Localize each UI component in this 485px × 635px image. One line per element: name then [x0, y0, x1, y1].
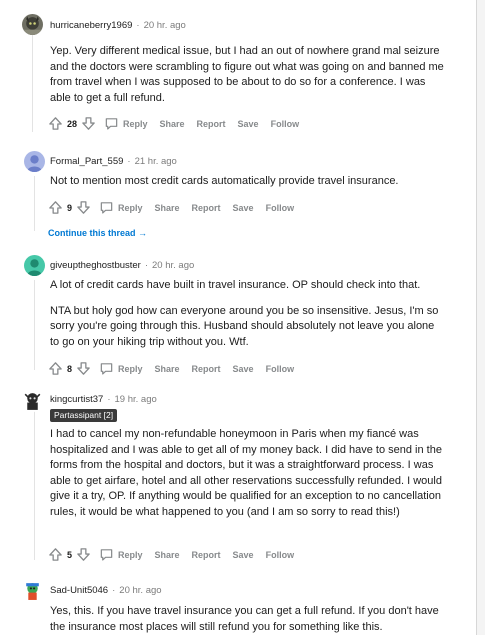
downvote-icon[interactable] — [76, 200, 91, 215]
username[interactable]: kingcurtist37 — [50, 394, 103, 405]
timestamp[interactable]: 19 hr. ago — [115, 394, 157, 405]
separator-dot: · — [107, 394, 111, 405]
report-button[interactable]: Report — [192, 203, 221, 213]
comment-paragraph: Not to mention most credit cards automat… — [50, 175, 399, 187]
timestamp[interactable]: 20 hr. ago — [144, 20, 186, 31]
comment-actions: 9 Reply Share Report Save Follow — [48, 200, 294, 215]
scrollbar[interactable] — [477, 0, 485, 635]
comment-actions: 5 Reply Share Report Save Follow — [48, 547, 294, 562]
reply-label: Reply — [118, 549, 143, 560]
reply-label: Reply — [118, 363, 143, 374]
comment-body: Yes, this. If you have travel insurance … — [50, 604, 445, 635]
reply-icon — [99, 200, 114, 215]
separator-dot: · — [144, 260, 149, 271]
comment-header: hurricaneberry1969 · 20 hr. ago — [50, 20, 186, 31]
timestamp[interactable]: 20 hr. ago — [152, 260, 194, 271]
user-flair: Partassipant [2] — [50, 409, 118, 422]
vote-count: 9 — [67, 202, 73, 213]
vote-count: 5 — [67, 549, 73, 560]
upvote-icon[interactable] — [48, 361, 63, 376]
avatar[interactable] — [22, 14, 43, 35]
follow-button[interactable]: Follow — [266, 203, 295, 213]
comment-header: kingcurtist37 · 19 hr. ago — [50, 394, 157, 405]
reply-label: Reply — [123, 118, 148, 129]
upvote-icon[interactable] — [48, 116, 63, 131]
username[interactable]: hurricaneberry1969 — [50, 20, 132, 31]
comment-paragraph: I had to cancel my non-refundable honeym… — [50, 428, 442, 518]
upvote-icon[interactable] — [48, 200, 63, 215]
comment-body: A lot of credit cards have built in trav… — [50, 278, 445, 360]
thread-line[interactable] — [34, 280, 35, 370]
downvote-icon[interactable] — [76, 361, 91, 376]
thread-line[interactable] — [34, 410, 35, 560]
username[interactable]: Sad-Unit5046 — [50, 585, 108, 596]
avatar[interactable] — [22, 580, 43, 601]
comment-body: I had to cancel my non-refundable honeym… — [50, 427, 445, 530]
share-button[interactable]: Share — [155, 364, 180, 374]
comment-paragraph: A lot of credit cards have built in trav… — [50, 279, 421, 291]
thread-line[interactable] — [32, 32, 33, 132]
follow-button[interactable]: Follow — [266, 550, 295, 560]
avatar[interactable] — [24, 255, 45, 276]
username[interactable]: Formal_Part_559 — [50, 156, 123, 167]
upvote-icon[interactable] — [48, 547, 63, 562]
thread-line[interactable] — [34, 176, 35, 231]
reply-icon — [104, 116, 119, 131]
save-button[interactable]: Save — [233, 550, 254, 560]
comment-paragraph: Yep. Very different medical issue, but I… — [50, 45, 444, 104]
reply-button[interactable]: Reply — [99, 547, 143, 562]
timestamp[interactable]: 21 hr. ago — [135, 156, 177, 167]
comment-header: giveuptheghostbuster · 20 hr. ago — [50, 260, 194, 271]
comment-header: Sad-Unit5046 · 20 hr. ago — [50, 585, 162, 596]
avatar[interactable] — [24, 151, 45, 172]
comment-header: Formal_Part_559 · 21 hr. ago — [50, 156, 177, 167]
save-button[interactable]: Save — [233, 364, 254, 374]
username[interactable]: giveuptheghostbuster — [50, 260, 141, 271]
reply-label: Reply — [118, 202, 143, 213]
comment-thread: hurricaneberry1969 · 20 hr. ago Yep. Ver… — [0, 0, 477, 635]
separator-dot: · — [136, 20, 140, 31]
reply-button[interactable]: Reply — [99, 361, 143, 376]
share-button[interactable]: Share — [155, 203, 180, 213]
comment-actions: 8 Reply Share Report Save Follow — [48, 361, 294, 376]
continue-thread-link[interactable]: Continue this thread → — [48, 228, 147, 238]
comment-paragraph: NTA but holy god how can everyone around… — [50, 304, 439, 348]
share-button[interactable]: Share — [160, 119, 185, 129]
comment-paragraph: Yes, this. If you have travel insurance … — [50, 605, 439, 633]
save-button[interactable]: Save — [233, 203, 254, 213]
follow-button[interactable]: Follow — [266, 364, 295, 374]
follow-button[interactable]: Follow — [271, 119, 300, 129]
report-button[interactable]: Report — [197, 119, 226, 129]
downvote-icon[interactable] — [76, 547, 91, 562]
share-button[interactable]: Share — [155, 550, 180, 560]
comment-actions: 28 Reply Share Report Save Follow — [48, 116, 299, 131]
reply-button[interactable]: Reply — [99, 200, 143, 215]
separator-dot: · — [112, 585, 116, 596]
save-button[interactable]: Save — [238, 119, 259, 129]
report-button[interactable]: Report — [192, 364, 221, 374]
vote-count: 8 — [67, 363, 73, 374]
reply-icon — [99, 361, 114, 376]
separator-dot: · — [127, 156, 131, 167]
downvote-icon[interactable] — [81, 116, 96, 131]
timestamp[interactable]: 20 hr. ago — [119, 585, 161, 596]
comment-body: Yep. Very different medical issue, but I… — [50, 44, 445, 116]
reply-icon — [99, 547, 114, 562]
vote-count: 28 — [67, 118, 78, 129]
comment-body: Not to mention most credit cards automat… — [50, 174, 445, 200]
report-button[interactable]: Report — [192, 550, 221, 560]
reply-button[interactable]: Reply — [104, 116, 148, 131]
avatar[interactable] — [22, 391, 43, 412]
